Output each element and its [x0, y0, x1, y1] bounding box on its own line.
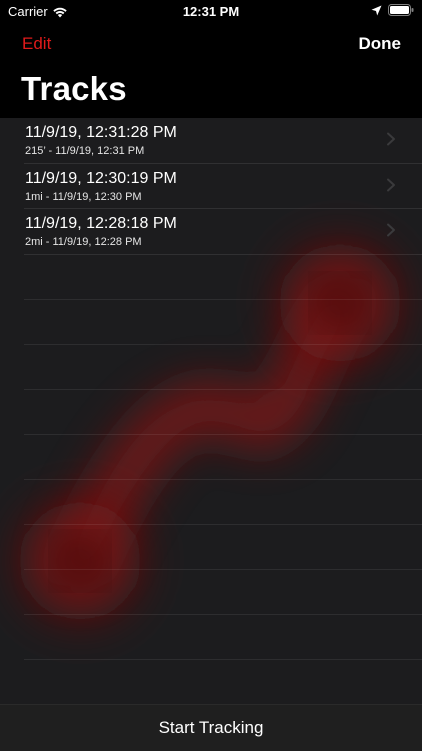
track-title: 11/9/19, 12:28:18 PM	[25, 215, 177, 232]
navigation-bar: Edit Done	[0, 24, 422, 64]
page-title: Tracks	[21, 70, 127, 107]
done-button[interactable]: Done	[359, 34, 402, 54]
track-subtitle: 2mi - 11/9/19, 12:28 PM	[25, 236, 142, 248]
empty-row	[24, 300, 422, 345]
empty-row	[24, 390, 422, 435]
empty-row	[24, 570, 422, 615]
track-subtitle: 215’ - 11/9/19, 12:31 PM	[25, 145, 145, 157]
empty-row	[24, 435, 422, 480]
track-subtitle: 1mi - 11/9/19, 12:30 PM	[25, 190, 142, 203]
track-row-1[interactable]: 11/9/19, 12:31:28 PM 215’ - 11/9/19, 12:…	[24, 118, 422, 164]
empty-row	[24, 660, 422, 704]
track-rows: 11/9/19, 12:31:28 PM 215’ - 11/9/19, 12:…	[0, 118, 422, 704]
track-row-2[interactable]: 11/9/19, 12:30:19 PM 1mi - 11/9/19, 12:3…	[24, 164, 422, 209]
chevron-right-icon	[387, 132, 395, 146]
track-title: 11/9/19, 12:30:19 PM	[25, 169, 177, 187]
empty-row	[24, 525, 422, 570]
track-row-3[interactable]: 11/9/19, 12:28:18 PM 2mi - 11/9/19, 12:2…	[24, 209, 422, 255]
battery-icon	[388, 4, 414, 16]
chevron-right-icon	[387, 178, 395, 191]
track-title: 11/9/19, 12:31:28 PM	[25, 124, 177, 141]
tracks-list[interactable]: 11/9/19, 12:31:28 PM 215’ - 11/9/19, 12:…	[0, 118, 422, 704]
edit-button[interactable]: Edit	[22, 34, 51, 54]
bottom-toolbar: Start Tracking	[0, 704, 422, 751]
status-right	[371, 4, 414, 16]
empty-row	[24, 255, 422, 300]
location-arrow-icon	[371, 5, 382, 15]
empty-row	[24, 480, 422, 525]
empty-row	[24, 615, 422, 660]
chevron-right-icon	[387, 223, 395, 237]
status-time: 12:31 PM	[182, 4, 240, 19]
empty-row	[24, 345, 422, 390]
status-bar: Carrier 12:31 PM	[0, 0, 422, 24]
start-tracking-button[interactable]: Start Tracking	[0, 718, 422, 738]
